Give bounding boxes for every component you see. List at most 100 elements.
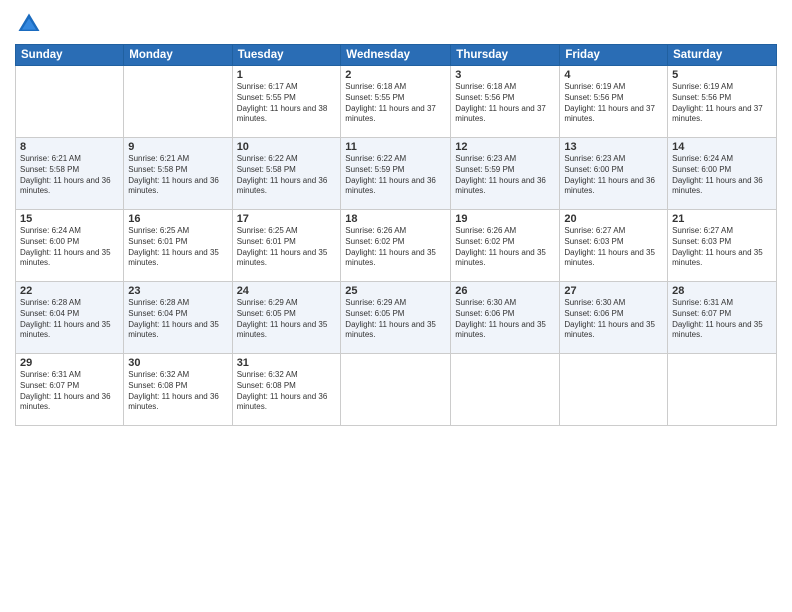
day-number: 8 [20,141,119,153]
day-header-tuesday: Tuesday [232,45,341,66]
day-info: Sunrise: 6:21 AMSunset: 5:58 PMDaylight:… [128,154,227,197]
week-row-3: 15Sunrise: 6:24 AMSunset: 6:00 PMDayligh… [16,210,777,282]
day-number: 17 [237,213,337,225]
day-number: 18 [345,213,446,225]
week-row-2: 8 Sunrise: 6:21 AMSunset: 5:58 PMDaylight… [16,138,777,210]
day-number: 11 [345,141,446,153]
day-header-friday: Friday [560,45,668,66]
day-header-wednesday: Wednesday [341,45,451,66]
day-header-saturday: Saturday [668,45,777,66]
day-info: Sunrise: 6:32 AMSunset: 6:08 PMDaylight:… [128,370,227,413]
day-number: 25 [345,285,446,297]
week-row-4: 22 Sunrise: 6:28 AMSunset: 6:04 PMDayligh… [16,282,777,354]
day-info: Sunrise: 6:28 AMSunset: 6:04 PMDaylight:… [128,298,227,341]
day-info: Sunrise: 6:25 AMSunset: 6:01 PMDaylight:… [237,226,337,269]
day-number: 29 [20,357,119,369]
day-number: 19 [455,213,555,225]
day-info: Sunrise: 6:26 AMSunset: 6:02 PMDaylight:… [345,226,446,269]
day-number: 10 [237,141,337,153]
calendar-cell: 10Sunrise: 6:22 AMSunset: 5:58 PMDayligh… [232,138,341,210]
day-info: Sunrise: 6:31 AMSunset: 6:07 PMDaylight:… [20,370,119,413]
calendar-cell [668,354,777,426]
day-number: 24 [237,285,337,297]
day-info: Sunrise: 6:22 AMSunset: 5:58 PMDaylight:… [237,154,337,197]
day-number: 12 [455,141,555,153]
week-row-5: 29Sunrise: 6:31 AMSunset: 6:07 PMDayligh… [16,354,777,426]
logo [15,10,47,38]
day-number: 14 [672,141,772,153]
day-number: 4 [564,69,663,81]
day-number: 28 [672,285,772,297]
calendar-cell: 18Sunrise: 6:26 AMSunset: 6:02 PMDayligh… [341,210,451,282]
calendar-cell: 14Sunrise: 6:24 AMSunset: 6:00 PMDayligh… [668,138,777,210]
day-number: 15 [20,213,119,225]
calendar-cell: 9Sunrise: 6:21 AMSunset: 5:58 PMDaylight… [124,138,232,210]
day-number: 1 [237,69,337,81]
calendar-cell: 17Sunrise: 6:25 AMSunset: 6:01 PMDayligh… [232,210,341,282]
day-info: Sunrise: 6:32 AMSunset: 6:08 PMDaylight:… [237,370,337,413]
day-info: Sunrise: 6:18 AMSunset: 5:55 PMDaylight:… [345,82,446,125]
day-header-monday: Monday [124,45,232,66]
day-number: 2 [345,69,446,81]
day-info: Sunrise: 6:25 AMSunset: 6:01 PMDaylight:… [128,226,227,269]
day-info: Sunrise: 6:24 AMSunset: 6:00 PMDaylight:… [20,226,119,269]
calendar-cell: 19Sunrise: 6:26 AMSunset: 6:02 PMDayligh… [451,210,560,282]
calendar-table: SundayMondayTuesdayWednesdayThursdayFrid… [15,44,777,426]
day-info: Sunrise: 6:18 AMSunset: 5:56 PMDaylight:… [455,82,555,125]
day-number: 30 [128,357,227,369]
calendar-cell: 28Sunrise: 6:31 AMSunset: 6:07 PMDayligh… [668,282,777,354]
calendar-cell [451,354,560,426]
days-header-row: SundayMondayTuesdayWednesdayThursdayFrid… [16,45,777,66]
calendar-cell: 31Sunrise: 6:32 AMSunset: 6:08 PMDayligh… [232,354,341,426]
day-number: 3 [455,69,555,81]
day-header-sunday: Sunday [16,45,124,66]
page: SundayMondayTuesdayWednesdayThursdayFrid… [0,0,792,612]
calendar-cell: 23Sunrise: 6:28 AMSunset: 6:04 PMDayligh… [124,282,232,354]
day-info: Sunrise: 6:29 AMSunset: 6:05 PMDaylight:… [237,298,337,341]
calendar-cell: 4Sunrise: 6:19 AMSunset: 5:56 PMDaylight… [560,66,668,138]
calendar-cell [16,66,124,138]
calendar-cell: 3Sunrise: 6:18 AMSunset: 5:56 PMDaylight… [451,66,560,138]
logo-icon [15,10,43,38]
calendar-cell: 11Sunrise: 6:22 AMSunset: 5:59 PMDayligh… [341,138,451,210]
calendar-cell: 20Sunrise: 6:27 AMSunset: 6:03 PMDayligh… [560,210,668,282]
day-number: 26 [455,285,555,297]
day-number: 21 [672,213,772,225]
day-info: Sunrise: 6:30 AMSunset: 6:06 PMDaylight:… [455,298,555,341]
day-info: Sunrise: 6:23 AMSunset: 6:00 PMDaylight:… [564,154,663,197]
day-number: 27 [564,285,663,297]
day-info: Sunrise: 6:29 AMSunset: 6:05 PMDaylight:… [345,298,446,341]
calendar-cell: 13Sunrise: 6:23 AMSunset: 6:00 PMDayligh… [560,138,668,210]
calendar-cell: 25Sunrise: 6:29 AMSunset: 6:05 PMDayligh… [341,282,451,354]
day-number: 13 [564,141,663,153]
calendar-cell: 5Sunrise: 6:19 AMSunset: 5:56 PMDaylight… [668,66,777,138]
calendar-cell: 21Sunrise: 6:27 AMSunset: 6:03 PMDayligh… [668,210,777,282]
calendar-cell [560,354,668,426]
day-number: 20 [564,213,663,225]
day-info: Sunrise: 6:23 AMSunset: 5:59 PMDaylight:… [455,154,555,197]
day-info: Sunrise: 6:27 AMSunset: 6:03 PMDaylight:… [564,226,663,269]
day-number: 31 [237,357,337,369]
day-info: Sunrise: 6:17 AMSunset: 5:55 PMDaylight:… [237,82,337,125]
calendar-cell: 16Sunrise: 6:25 AMSunset: 6:01 PMDayligh… [124,210,232,282]
day-number: 23 [128,285,227,297]
calendar-cell: 15Sunrise: 6:24 AMSunset: 6:00 PMDayligh… [16,210,124,282]
calendar-cell: 8Sunrise: 6:21 AMSunset: 5:58 PMDaylight… [16,138,124,210]
day-header-thursday: Thursday [451,45,560,66]
week-row-1: 1Sunrise: 6:17 AMSunset: 5:55 PMDaylight… [16,66,777,138]
calendar-cell: 1Sunrise: 6:17 AMSunset: 5:55 PMDaylight… [232,66,341,138]
calendar-cell [124,66,232,138]
day-number: 22 [20,285,119,297]
calendar-cell: 26Sunrise: 6:30 AMSunset: 6:06 PMDayligh… [451,282,560,354]
day-info: Sunrise: 6:26 AMSunset: 6:02 PMDaylight:… [455,226,555,269]
day-info: Sunrise: 6:19 AMSunset: 5:56 PMDaylight:… [672,82,772,125]
calendar-cell: 22Sunrise: 6:28 AMSunset: 6:04 PMDayligh… [16,282,124,354]
day-info: Sunrise: 6:31 AMSunset: 6:07 PMDaylight:… [672,298,772,341]
day-number: 16 [128,213,227,225]
calendar-cell: 27Sunrise: 6:30 AMSunset: 6:06 PMDayligh… [560,282,668,354]
calendar-cell: 24Sunrise: 6:29 AMSunset: 6:05 PMDayligh… [232,282,341,354]
day-info: Sunrise: 6:27 AMSunset: 6:03 PMDaylight:… [672,226,772,269]
calendar-cell: 29Sunrise: 6:31 AMSunset: 6:07 PMDayligh… [16,354,124,426]
day-info: Sunrise: 6:30 AMSunset: 6:06 PMDaylight:… [564,298,663,341]
calendar-cell [341,354,451,426]
